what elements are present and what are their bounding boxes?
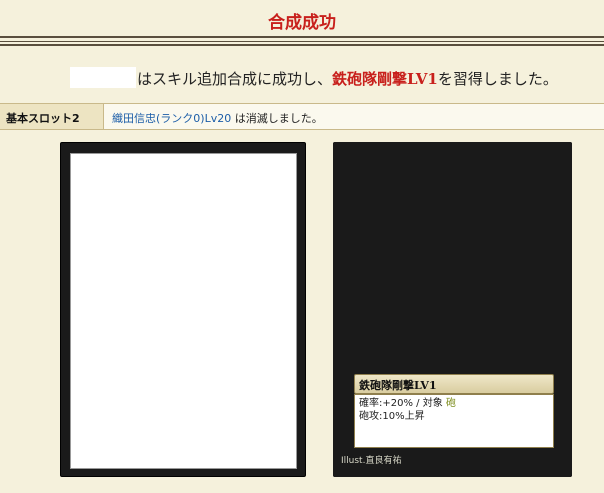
message-after: を習得しました。 [437, 70, 558, 88]
target-text: 砲 [445, 398, 456, 409]
rate-text: 確率:+20% / 対象 [359, 398, 443, 409]
result-message-text: はスキル追加合成に成功し、鉄砲隊剛撃LV1を習得しました。 [137, 68, 558, 89]
page-title: 合成成功 [268, 13, 336, 33]
learned-skill-name: 鉄砲隊剛撃LV1 [332, 70, 438, 88]
slot-detail: 織田信忠(ランク0)Lv20 は消滅しました。 [112, 110, 323, 126]
card-name-placeholder [70, 67, 136, 88]
slot-label: 基本スロット2 [0, 104, 104, 129]
message-before: はスキル追加合成に成功し、 [137, 70, 333, 88]
result-skill-name: 鉄砲隊剛撃LV1 [354, 374, 554, 394]
consumed-slot-row: 基本スロット2 織田信忠(ランク0)Lv20 は消滅しました。 [0, 103, 604, 130]
effect-line: 砲攻:10%上昇 [359, 411, 425, 422]
base-card [60, 142, 306, 477]
rate-line: 確率:+20% / 対象 砲 [359, 397, 553, 410]
base-card-image [70, 153, 297, 469]
result-skill-stats: 確率:+20% / 対象 砲 砲攻:10%上昇 [354, 394, 554, 448]
consumed-suffix: は消滅しました。 [231, 112, 323, 125]
divider [0, 44, 604, 46]
illustrator-credit: Illust.直良有祐 [341, 456, 402, 466]
divider [0, 41, 604, 42]
consumed-card-link[interactable]: 織田信忠(ランク0)Lv20 [112, 112, 231, 125]
divider [0, 36, 604, 38]
